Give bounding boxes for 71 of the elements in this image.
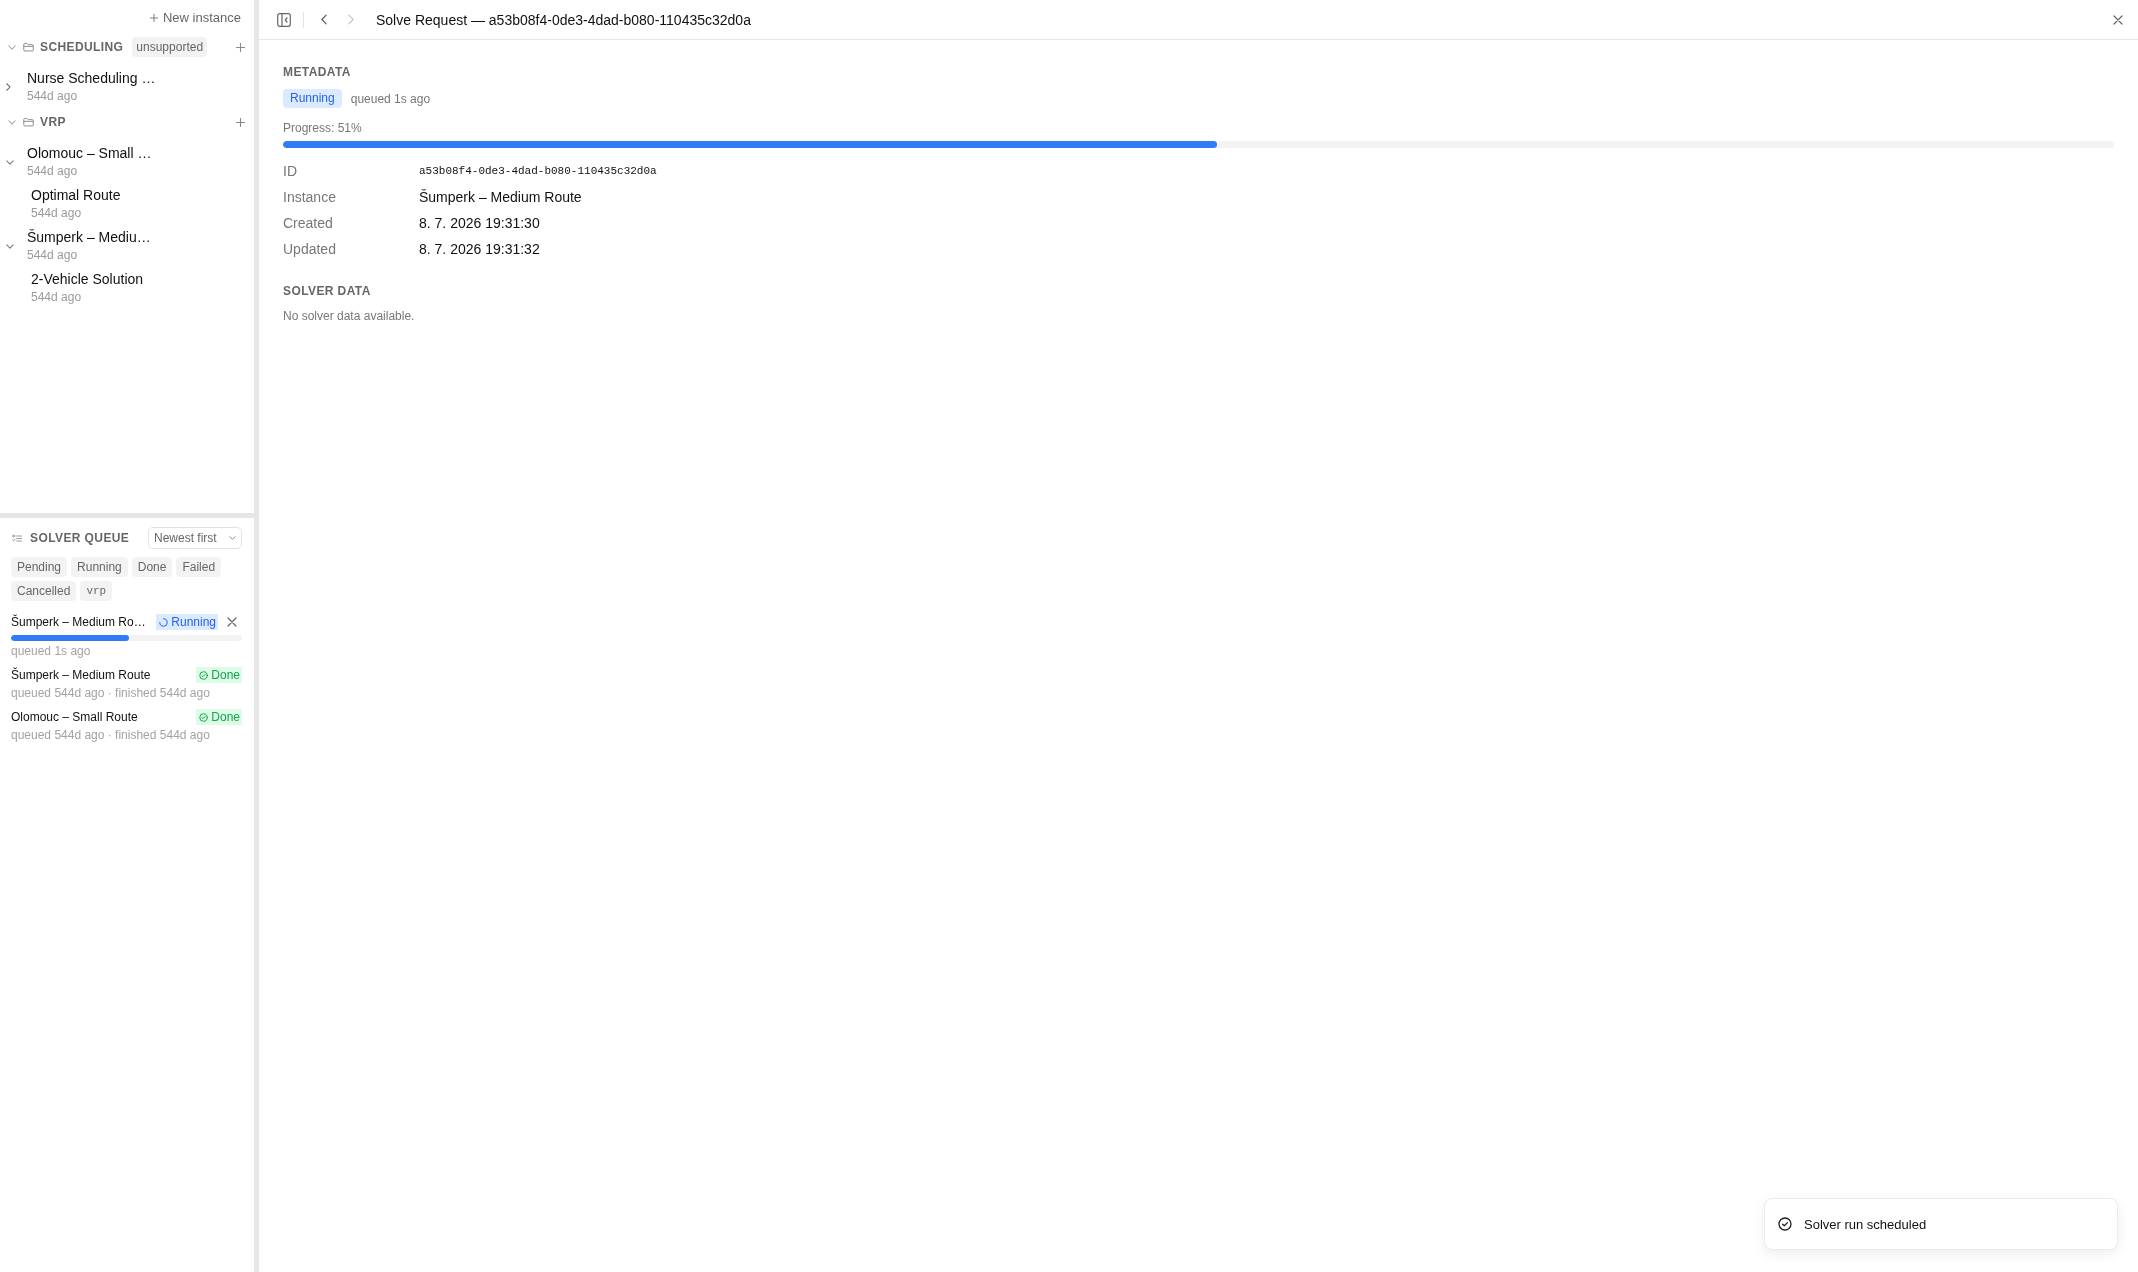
chevron-right-icon	[348, 14, 354, 25]
folder-icon	[23, 117, 34, 127]
close-icon	[2113, 14, 2123, 25]
instance-age: 544d ago	[27, 247, 78, 264]
plus-icon	[149, 13, 158, 22]
instance-title[interactable]: Olomouc – Small …	[27, 144, 152, 162]
cancel-button[interactable]	[227, 617, 237, 627]
spinner-icon	[159, 617, 169, 627]
chevron-right-icon[interactable]	[6, 83, 11, 91]
chevron-down-icon[interactable]	[6, 243, 14, 249]
add-button[interactable]	[236, 117, 245, 127]
instance-title[interactable]: Šumperk – Mediu…	[27, 228, 151, 246]
section-heading: SOLVER DATA	[283, 283, 371, 299]
field-value: 8. 7. 2026 19:31:30	[419, 215, 540, 231]
status-text: Done	[211, 668, 240, 682]
field-label: Created	[283, 215, 334, 231]
queue-item-title[interactable]: Šumperk – Medium Route	[11, 668, 151, 682]
support-status-label: unsupported	[132, 37, 208, 57]
sidebar-toggle-icon	[277, 12, 291, 27]
chevron-down-icon[interactable]	[8, 44, 16, 50]
add-button[interactable]	[236, 42, 245, 52]
folder-icon	[23, 42, 34, 52]
solution-title[interactable]: 2-Vehicle Solution	[31, 270, 144, 288]
filter-chip[interactable]: vrp	[80, 581, 113, 601]
field-label: Updated	[283, 241, 337, 257]
section-heading: METADATA	[283, 64, 351, 80]
instance-age: 544d ago	[27, 163, 78, 180]
filter-chip[interactable]: Cancelled	[11, 581, 77, 601]
new-instance-button[interactable]: New instance	[149, 10, 241, 25]
field-label: Instance	[283, 189, 337, 205]
plus-icon	[236, 42, 245, 52]
sort-dropdown[interactable]: Newest first	[148, 527, 242, 549]
chevron-left-icon	[321, 14, 327, 25]
field-label: ID	[283, 163, 298, 179]
plus-icon	[236, 117, 245, 127]
group-name: VRP	[40, 115, 66, 129]
check-circle-icon	[199, 670, 209, 680]
solution-title[interactable]: Optimal Route	[31, 186, 121, 204]
queue-item-meta: queued 1s ago	[11, 643, 91, 659]
close-icon	[227, 617, 237, 627]
status-label: Running	[283, 89, 342, 108]
field-value: 8. 7. 2026 19:31:32	[419, 241, 540, 257]
queue-item-title[interactable]: Šumperk – Medium Ro…	[11, 615, 146, 629]
list-icon	[12, 533, 22, 543]
group-name: SCHEDULING	[40, 40, 124, 54]
filter-chip[interactable]: Failed	[176, 557, 222, 577]
field-value: Šumperk – Medium Route	[419, 189, 582, 205]
empty-message: No solver data available.	[283, 308, 415, 324]
progress-label: Progress: 51%	[283, 120, 362, 136]
filter-chip[interactable]: Done	[131, 557, 173, 577]
check-circle-icon	[199, 712, 209, 722]
filter-chip[interactable]: Running	[71, 557, 128, 577]
instance-age: 544d ago	[27, 88, 78, 105]
queue-item-meta: queued 544d ago · finished 544d ago	[11, 727, 210, 743]
chevron-down-icon[interactable]	[8, 119, 16, 125]
queue-title: SOLVER QUEUE	[30, 531, 130, 545]
chevron-down-icon[interactable]	[6, 159, 14, 165]
status-text: Running	[171, 615, 216, 629]
queue-item-meta: queued 544d ago · finished 544d ago	[11, 685, 210, 701]
solution-age: 544d ago	[31, 289, 82, 306]
filter-chip[interactable]: Pending	[11, 557, 68, 577]
field-value: a53b08f4-0de3-4dad-b080-110435c32d0a	[419, 165, 657, 177]
instance-title[interactable]: Nurse Scheduling …	[27, 69, 156, 87]
solution-age: 544d ago	[31, 205, 82, 222]
check-circle-icon	[1778, 1217, 1792, 1231]
queue-item-title[interactable]: Olomouc – Small Route	[11, 710, 138, 724]
toast-message: Solver run scheduled	[1804, 1216, 1927, 1232]
status-text: Done	[211, 710, 240, 724]
window-title: Solve Request — a53b08f4-0de3-4dad-b080-110435c32d0a	[376, 11, 751, 28]
caret-icon	[229, 536, 236, 540]
queued-time: queued 1s ago	[350, 91, 431, 106]
